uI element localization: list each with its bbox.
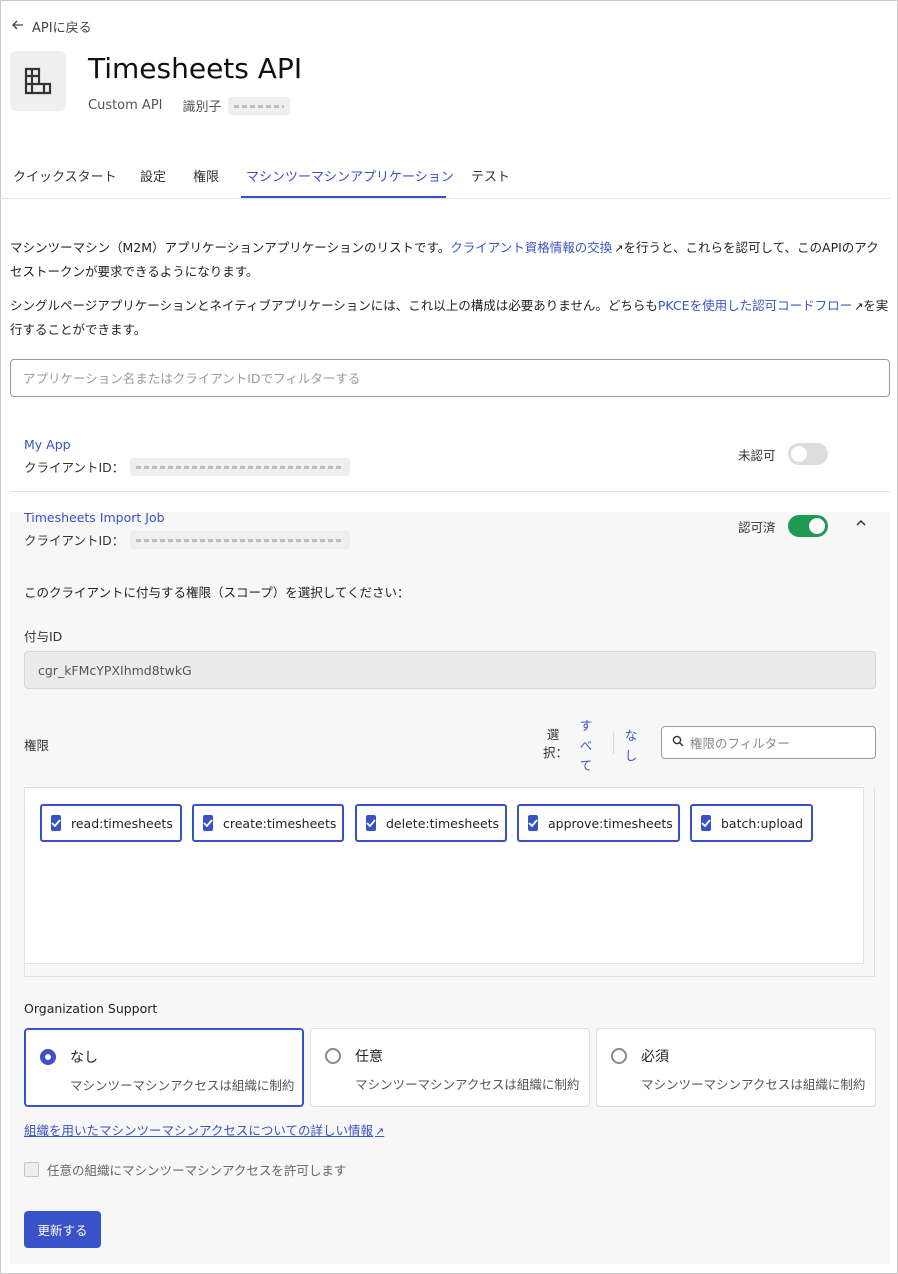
app-name-my-app[interactable]: My App xyxy=(24,437,71,452)
external-link-icon: ↗ xyxy=(375,1125,385,1138)
checkbox-checked-icon xyxy=(51,815,61,831)
tab-settings[interactable]: 設定 xyxy=(140,166,166,185)
row-divider xyxy=(10,491,890,492)
identifier-redacted xyxy=(227,96,290,115)
app-filter-input[interactable] xyxy=(10,359,890,397)
update-button[interactable]: 更新する xyxy=(24,1211,101,1248)
api-identifier: 識別子 xyxy=(183,96,290,115)
toggle-knob xyxy=(791,446,807,462)
checkbox-disabled-icon xyxy=(24,1162,39,1177)
intro-text: マシンツーマシン（M2M）アプリケーションアプリケーションのリストです。 xyxy=(10,240,451,255)
select-none-link[interactable]: なし xyxy=(624,726,638,766)
org-option-optional[interactable]: 任意 マシンツーマシンアクセスは組織に制約 xyxy=(310,1028,590,1107)
tab-bar: クイックスタート 設定 権限 マシンツーマシンアプリケーション テスト xyxy=(0,160,890,199)
client-id-row: クライアントID： xyxy=(24,457,351,476)
client-id-row: クライアントID： xyxy=(24,530,351,549)
grant-id-value: cgr_kFMcYPXIhmd8twkG xyxy=(38,662,192,678)
org-option-title: 任意 xyxy=(355,1049,383,1065)
intro-text: シングルページアプリケーションとネイティブアプリケーションには、これ以上の構成は… xyxy=(10,298,658,313)
checkbox-checked-icon xyxy=(701,815,711,831)
tab-permissions[interactable]: 権限 xyxy=(193,166,219,185)
scope-prompt: このクライアントに付与する権限（スコープ）を選択してください： xyxy=(24,585,410,600)
org-option-title: 必須 xyxy=(641,1049,669,1065)
checkbox-checked-icon xyxy=(528,815,538,831)
tab-m2m-applications[interactable]: マシンツーマシンアプリケーション xyxy=(246,166,454,185)
org-support-title: Organization Support xyxy=(24,1001,158,1016)
scope-chip-batch[interactable]: batch:upload xyxy=(690,804,813,842)
identifier-label: 識別子 xyxy=(182,100,222,115)
org-option-desc: マシンツーマシンアクセスは組織に制約 xyxy=(355,1077,580,1092)
chevron-up-icon[interactable] xyxy=(855,517,867,532)
api-building-icon xyxy=(10,51,66,111)
divider xyxy=(613,732,614,754)
scope-chip-read[interactable]: read:timesheets xyxy=(40,804,182,842)
org-m2m-info-link[interactable]: 組織を用いたマシンツーマシンアクセスについての詳しい情報 ↗ xyxy=(24,1120,384,1139)
scope-chip-create[interactable]: create:timesheets xyxy=(192,804,344,842)
radio-unselected-icon xyxy=(611,1048,627,1064)
back-label: APIに戻る xyxy=(32,21,92,36)
checkbox-checked-icon xyxy=(203,815,213,831)
api-subtitle: Custom API 識別子 xyxy=(88,96,290,115)
org-option-title: なし xyxy=(70,1050,98,1066)
org-option-desc: マシンツーマシンアクセスは組織に制約 xyxy=(641,1077,866,1092)
allow-any-org-checkbox[interactable]: 任意の組織にマシンツーマシンアクセスを許可します xyxy=(24,1160,346,1179)
tab-test[interactable]: テスト xyxy=(471,166,510,185)
auth-status: 認可済 xyxy=(738,520,776,535)
link-text: 組織を用いたマシンツーマシンアクセスについての詳しい情報 xyxy=(24,1123,374,1138)
toggle-knob xyxy=(809,518,825,534)
back-link[interactable]: APIに戻る xyxy=(12,17,92,36)
active-tab-indicator xyxy=(241,196,446,198)
search-icon xyxy=(672,735,684,750)
external-link-icon: ↗ xyxy=(854,300,864,313)
select-all-link[interactable]: すべて xyxy=(579,716,593,776)
authorize-toggle[interactable] xyxy=(788,443,828,465)
scope-label: batch:upload xyxy=(721,815,804,831)
client-id-label: クライアントID： xyxy=(24,533,125,548)
allow-any-org-label: 任意の組織にマシンツーマシンアクセスを許可します xyxy=(47,1163,347,1178)
auth-status: 未認可 xyxy=(738,448,776,463)
scope-label: create:timesheets xyxy=(223,815,337,831)
scope-label: delete:timesheets xyxy=(386,815,500,831)
scope-chip-delete[interactable]: delete:timesheets xyxy=(355,804,507,842)
select-label: 選択： xyxy=(543,727,569,760)
org-option-required[interactable]: 必須 マシンツーマシンアクセスは組織に制約 xyxy=(596,1028,876,1107)
client-id-label: クライアントID： xyxy=(24,460,125,475)
page-title: Timesheets API xyxy=(88,52,303,85)
grant-id-field: cgr_kFMcYPXIhmd8twkG xyxy=(24,651,876,689)
intro-paragraph-1: マシンツーマシン（M2M）アプリケーションアプリケーションのリストです。クライア… xyxy=(10,236,890,283)
grant-id-label: 付与ID xyxy=(24,629,63,644)
permission-filter-placeholder: 権限のフィルター xyxy=(690,736,790,751)
tab-quickstart[interactable]: クイックスタート xyxy=(13,166,117,185)
scope-label: approve:timesheets xyxy=(548,815,673,831)
intro-paragraph-2: シングルページアプリケーションとネイティブアプリケーションには、これ以上の構成は… xyxy=(10,294,890,341)
scope-chip-approve[interactable]: approve:timesheets xyxy=(517,804,680,842)
external-link-icon: ↗ xyxy=(614,242,624,255)
client-id-redacted xyxy=(130,530,351,549)
checkbox-checked-icon xyxy=(366,815,376,831)
radio-unselected-icon xyxy=(325,1048,341,1064)
api-type: Custom API xyxy=(88,98,163,113)
scope-label: read:timesheets xyxy=(71,815,173,831)
arrow-left-icon xyxy=(12,19,24,34)
pkce-link[interactable]: PKCEを使用した認可コードフロー xyxy=(658,298,852,313)
radio-selected-icon xyxy=(40,1049,56,1065)
permissions-label: 権限 xyxy=(24,738,50,753)
authorize-toggle[interactable] xyxy=(788,515,828,537)
app-name-timesheets-import-job[interactable]: Timesheets Import Job xyxy=(24,510,165,525)
client-id-redacted xyxy=(130,457,351,476)
org-option-none[interactable]: なし マシンツーマシンアクセスは組織に制約 xyxy=(24,1028,304,1107)
org-option-desc: マシンツーマシンアクセスは組織に制約 xyxy=(70,1078,295,1093)
permission-filter-input[interactable]: 権限のフィルター xyxy=(661,726,876,759)
client-credentials-link[interactable]: クライアント資格情報の交換 xyxy=(450,240,612,255)
